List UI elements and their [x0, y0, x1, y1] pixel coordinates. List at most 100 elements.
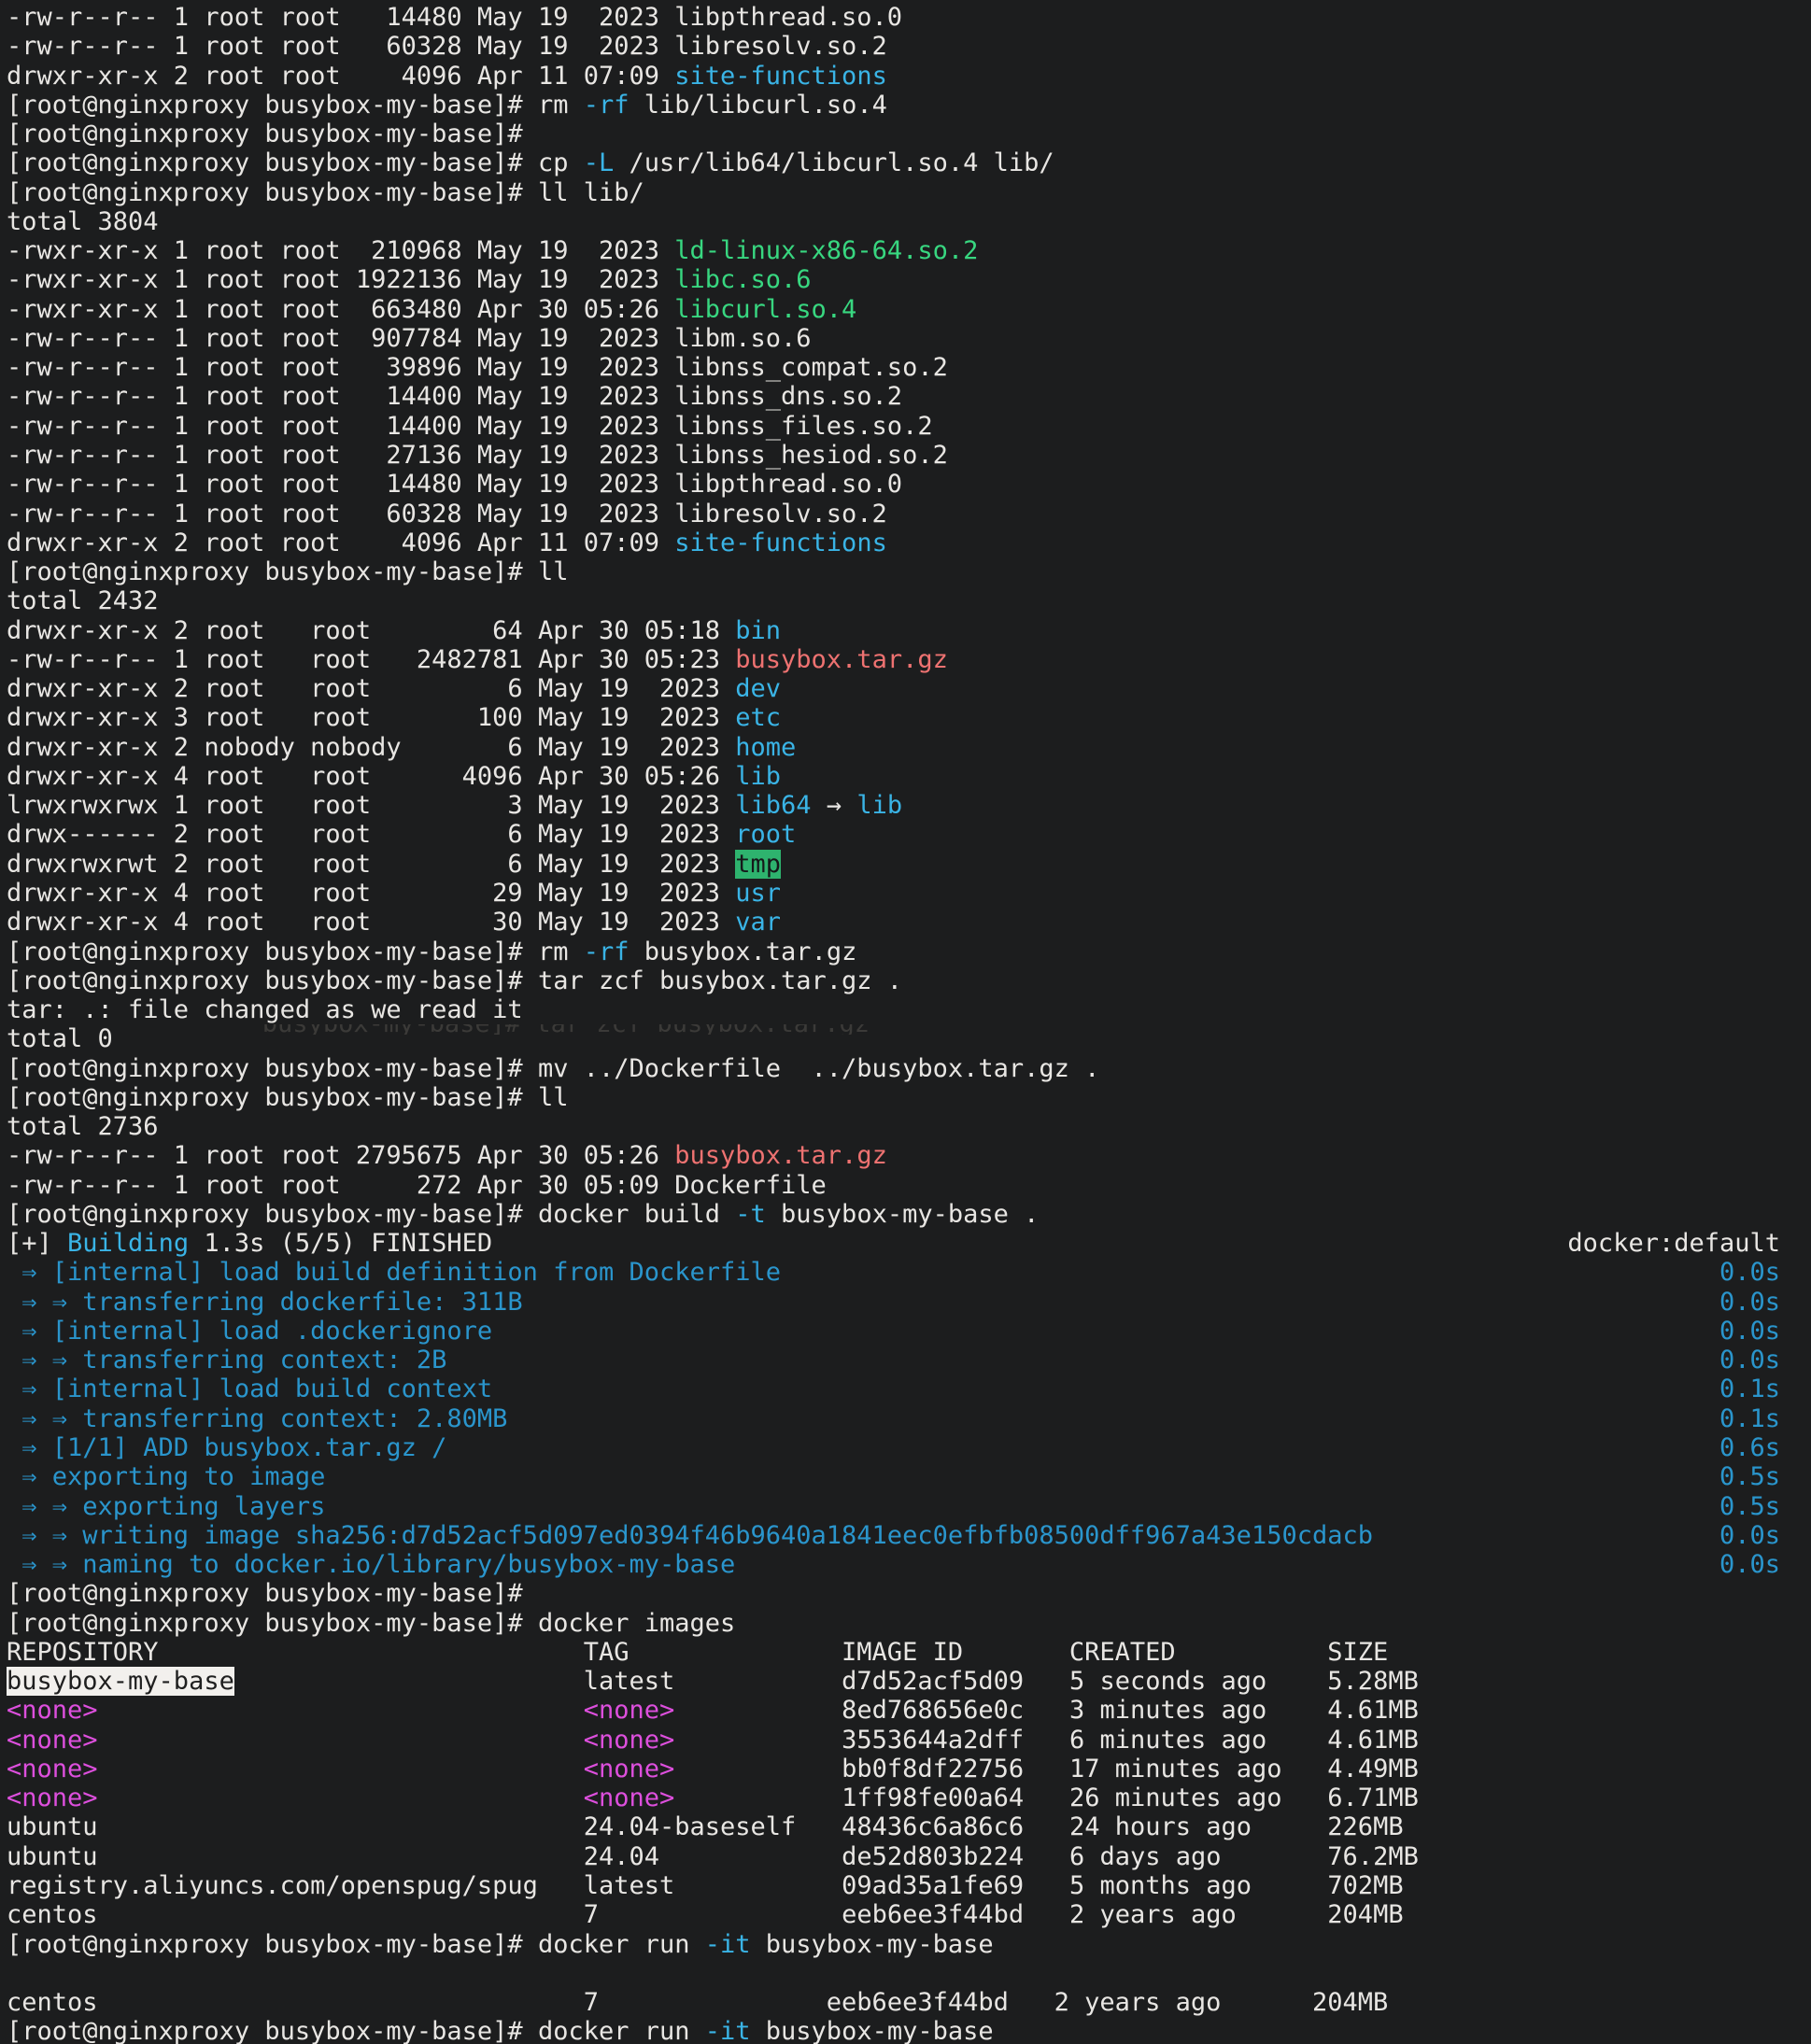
terminal-line: -rw-r--r-- 1 root root 60328 May 19 2023… — [7, 32, 1811, 61]
text-segment: [root@nginxproxy busybox-my-base]# ll — [7, 557, 568, 586]
text-segment — [796, 1812, 842, 1841]
text-segment: site-functions — [674, 529, 887, 557]
text-segment: 4.61MB — [1327, 1726, 1419, 1755]
text-segment: -rw-r--r-- 1 root root 60328 May 19 2023… — [7, 32, 887, 61]
text-segment: drwxr-xr-x 2 root root 64 Apr 30 05:18 — [7, 616, 735, 645]
terminal-line: ⇒ [internal] load build context0.1s — [7, 1374, 1811, 1403]
text-segment: [root@nginxproxy busybox-my-base]# tar z… — [7, 966, 902, 995]
text-segment: home — [735, 733, 796, 762]
text-segment: [root@nginxproxy busybox-my-base]# cp — [7, 148, 584, 177]
text-segment — [1024, 1783, 1069, 1812]
text-segment: <none> — [7, 1696, 98, 1725]
terminal-line: total 2736 — [7, 1112, 1811, 1141]
terminal-line: ⇒ ⇒ transferring context: 2B0.0s — [7, 1346, 1811, 1374]
text-segment: busybox.tar.gz — [630, 937, 857, 966]
text-segment: drwxr-xr-x 2 root root 4096 Apr 11 07:09 — [7, 62, 674, 91]
text-segment: [root@nginxproxy busybox-my-base]# docke… — [7, 2017, 705, 2044]
text-segment: ⇒ exporting to image — [7, 1462, 325, 1491]
text-segment: drwxr-xr-x 4 root root 4096 Apr 30 05:26 — [7, 762, 735, 791]
text-segment: ⇒ ⇒ transferring context: 2B — [7, 1346, 446, 1374]
text-segment: 76.2MB — [1327, 1842, 1419, 1871]
text-segment — [1024, 1842, 1069, 1871]
terminal-line: ⇒ exporting to image0.5s — [7, 1462, 1811, 1491]
terminal-line: ⇒ ⇒ writing image sha256:d7d52acf5d097ed… — [7, 1521, 1811, 1550]
terminal-line: drwxr-xr-x 2 root root 4096 Apr 11 07:09… — [7, 62, 1811, 91]
text-segment: latest — [584, 1667, 675, 1696]
text-segment — [98, 1755, 584, 1783]
text-segment: 4.49MB — [1327, 1755, 1419, 1783]
text-segment — [1024, 1871, 1069, 1900]
terminal-line: ⇒ ⇒ transferring dockerfile: 311B0.0s — [7, 1288, 1811, 1317]
text-segment: 2 years ago — [1069, 1900, 1237, 1929]
text-segment: ⇒ ⇒ writing image sha256:d7d52acf5d097ed… — [7, 1521, 1373, 1550]
text-segment: 5.28MB — [1327, 1667, 1419, 1696]
docker-images-row: busybox-my-base latest d7d52acf5d09 5 se… — [7, 1667, 1811, 1696]
text-segment: drwxr-xr-x 2 root root 6 May 19 2023 — [7, 674, 735, 703]
text-segment: -rw-r--r-- 1 root root 60328 May 19 2023… — [7, 500, 887, 529]
text-segment — [599, 1900, 842, 1929]
text-segment — [1024, 1812, 1069, 1841]
terminal-line: tar: .: file changed as we read it — [7, 995, 1811, 1024]
text-segment: 6.71MB — [1327, 1783, 1419, 1812]
text-segment: 6 days ago — [1069, 1842, 1222, 1871]
terminal-line: [root@nginxproxy busybox-my-base]# — [7, 1579, 1811, 1608]
terminal-screen[interactable]: -rw-r--r-- 1 root root 14480 May 19 2023… — [0, 0, 1811, 2044]
terminal-line: drwx------ 2 root root 6 May 19 2023 roo… — [7, 820, 1811, 849]
docker-images-row: <none> <none> 8ed768656e0c 3 minutes ago… — [7, 1696, 1811, 1725]
docker-images-row: <none> <none> bb0f8df22756 17 minutes ag… — [7, 1755, 1811, 1783]
text-segment: 1.3s (5/5) FINISHED — [189, 1229, 492, 1258]
text-segment — [1024, 1696, 1069, 1725]
text-segment: [root@nginxproxy busybox-my-base]# — [7, 120, 523, 148]
text-segment: 24 hours ago — [1069, 1812, 1252, 1841]
terminal-line: [root@nginxproxy busybox-my-base]# rm -r… — [7, 91, 1811, 120]
terminal-line: [root@nginxproxy busybox-my-base]# cp -L… — [7, 148, 1811, 177]
text-segment: <none> — [7, 1783, 98, 1812]
terminal-line: ⇒ [internal] load build definition from … — [7, 1258, 1811, 1287]
terminal-line: ⇒ [internal] load .dockerignore0.0s — [7, 1317, 1811, 1346]
text-segment: 5 seconds ago — [1069, 1667, 1266, 1696]
text-segment: -rw-r--r-- 1 root root 14480 May 19 2023… — [7, 470, 902, 499]
terminal-line: [root@nginxproxy busybox-my-base]# ll li… — [7, 178, 1811, 207]
text-segment: [root@nginxproxy busybox-my-base]# docke… — [7, 1930, 705, 1959]
text-segment: total 3804 — [7, 207, 159, 236]
text-segment: site-functions — [674, 62, 887, 91]
text-segment: -t — [735, 1200, 766, 1229]
text-segment: total 2736 — [7, 1112, 159, 1141]
terminal-line: drwxr-xr-x 2 root root 6 May 19 2023 dev — [7, 674, 1811, 703]
text-segment: [root@nginxproxy busybox-my-base]# — [7, 1579, 523, 1608]
text-segment: bin — [735, 616, 781, 645]
text-segment: -rw-r--r-- 1 root root 907784 May 19 202… — [7, 324, 812, 353]
text-segment: 5 months ago — [1069, 1871, 1252, 1900]
text-segment: [root@nginxproxy busybox-my-base]# rm — [7, 91, 584, 120]
terminal-line: -rw-r--r-- 1 root root 14400 May 19 2023… — [7, 412, 1811, 441]
text-segment: <none> — [584, 1755, 675, 1783]
terminal-line: centos 7 eeb6ee3f44bd 2 years ago 204MB — [7, 1988, 1811, 2017]
text-segment: latest — [584, 1871, 675, 1900]
text-segment: 1ff98fe00a64 — [842, 1783, 1024, 1812]
terminal-line: -rw-r--r-- 1 root root 2795675 Apr 30 05… — [7, 1141, 1811, 1170]
text-segment: drwxr-xr-x 3 root root 100 May 19 2023 — [7, 703, 735, 732]
text-segment: libcurl.so.4 — [674, 295, 856, 324]
text-segment — [674, 1871, 842, 1900]
text-segment: libc.so.6 — [674, 265, 811, 294]
terminal-line: -rw-r--r-- 1 root root 907784 May 19 202… — [7, 324, 1811, 353]
terminal-line: drwxr-xr-x 4 root root 29 May 19 2023 us… — [7, 879, 1811, 908]
text-segment: → — [812, 791, 857, 820]
terminal-line: -rwxr-xr-x 1 root root 663480 Apr 30 05:… — [7, 295, 1811, 324]
text-segment — [1024, 1726, 1069, 1755]
text-segment — [538, 1871, 584, 1900]
text-segment: -rwxr-xr-x 1 root root 663480 Apr 30 05:… — [7, 295, 674, 324]
terminal-line: -rw-r--r-- 1 root root 39896 May 19 2023… — [7, 353, 1811, 382]
text-segment — [98, 1726, 584, 1755]
terminal-line: ⇒ ⇒ exporting layers0.5s — [7, 1492, 1811, 1521]
text-segment: 24.04 — [584, 1842, 659, 1871]
text-segment: busybox-my-base — [751, 2017, 994, 2044]
terminal-line: [root@nginxproxy busybox-my-base]# docke… — [7, 1930, 1811, 1959]
text-segment: [+] — [7, 1229, 67, 1258]
text-segment: -rw-r--r-- 1 root root 14400 May 19 2023… — [7, 382, 902, 411]
text-segment — [1282, 1783, 1328, 1812]
text-segment: -rwxr-xr-x 1 root root 210968 May 19 202… — [7, 236, 674, 265]
text-segment: [root@nginxproxy busybox-my-base]# ll — [7, 1083, 568, 1112]
text-segment: var — [735, 908, 781, 937]
text-segment — [98, 1842, 584, 1871]
